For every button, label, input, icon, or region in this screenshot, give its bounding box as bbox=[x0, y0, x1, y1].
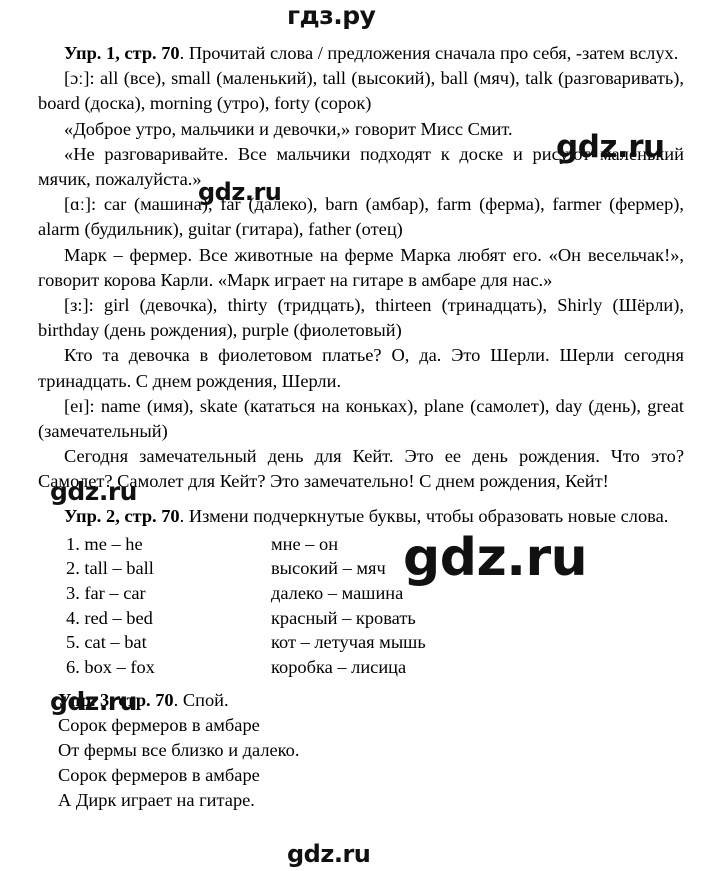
watermark-center-large: gdz.ru bbox=[403, 528, 588, 588]
phoneme-group-2-sentence-1: Марк – фермер. Все животные на ферме Мар… bbox=[38, 244, 684, 290]
song-line: От фермы все близко и далеко. bbox=[58, 740, 300, 761]
watermark-lower-left: gdz.ru bbox=[50, 687, 137, 716]
table-row: 4. red – bed красный – кровать bbox=[66, 606, 601, 631]
phoneme-group-1-words: [ɔː]: all (все), small (маленький), tall… bbox=[38, 66, 684, 116]
phoneme-symbol-1: [ɔː]: bbox=[64, 68, 95, 89]
watermark-upper-left: gdz.ru bbox=[198, 178, 282, 206]
phoneme-wordlist-1: all (все), small (маленький), tall (высо… bbox=[38, 68, 684, 114]
watermark-upper-right: gdz.ru bbox=[556, 129, 665, 165]
phoneme-wordlist-2: car (машина), far (далеко), barn (амбар)… bbox=[38, 194, 684, 240]
word-pair-ru: красный – кровать bbox=[271, 607, 416, 628]
word-pair-en: 5. cat – bat bbox=[66, 632, 147, 653]
word-pair-en: 3. far – car bbox=[66, 583, 146, 604]
exercise-1-block: Упр. 1, стр. 70. Прочитай слова / предло… bbox=[38, 41, 684, 495]
exercise-2-heading: Упр. 2, стр. 70. Измени подчеркнутые бук… bbox=[38, 504, 684, 529]
watermark-middle-left: gdz.ru bbox=[50, 477, 137, 506]
phoneme-group-3-words: [з:]: girl (девочка), thirty (тридцать),… bbox=[38, 293, 684, 343]
song-line: А Дирк играет на гитаре. bbox=[58, 790, 255, 811]
word-pair-en: 4. red – bed bbox=[66, 607, 153, 628]
word-pair-en: 6. box – fox bbox=[66, 656, 155, 677]
exercise-2-number: Упр. 2, стр. 70 bbox=[64, 505, 180, 526]
word-pair-en: 1. me – he bbox=[66, 533, 143, 554]
song-line: Сорок фермеров в амбаре bbox=[58, 715, 260, 736]
phoneme-symbol-3: [з:]: bbox=[64, 295, 94, 316]
exercise-2-task: . Измени подчеркнутые буквы, чтобы образ… bbox=[179, 505, 669, 526]
phoneme-symbol-4: [eɪ]: bbox=[64, 395, 95, 416]
watermark-top: гдз.ру bbox=[287, 1, 376, 30]
song-line: Сорок фермеров в амбаре bbox=[58, 765, 260, 786]
phoneme-group-4-words: [eɪ]: name (имя), skate (кататься на кон… bbox=[38, 394, 684, 444]
phoneme-wordlist-3: girl (девочка), thirty (тридцать), thirt… bbox=[38, 295, 684, 341]
word-pair-ru: кот – летучая мышь bbox=[271, 632, 426, 653]
phoneme-group-3-sentence-1: Кто та девочка в фиолетовом платье? О, д… bbox=[38, 345, 684, 391]
phoneme-group-2-words: [ɑː]: car (машина), far (далеко), barn (… bbox=[38, 192, 684, 242]
table-row: 5. cat – bat кот – летучая мышь bbox=[66, 630, 601, 655]
exercise-3-task: . Спой. bbox=[173, 690, 229, 711]
phoneme-wordlist-4: name (имя), skate (кататься на коньках),… bbox=[38, 395, 684, 442]
exercise-1-task: . Прочитай слова / предложения сначала п… bbox=[179, 43, 679, 63]
exercise-1-number: Упр. 1, стр. 70 bbox=[64, 43, 180, 63]
word-pair-ru: коробка – лисица bbox=[271, 656, 407, 677]
word-pair-en: 2. tall – ball bbox=[66, 558, 154, 579]
exercise-1-heading: Упр. 1, стр. 70. Прочитай слова / предло… bbox=[38, 41, 684, 66]
scanned-page: гдз.ру gdz.ru gdz.ru gdz.ru gdz.ru gdz.r… bbox=[0, 0, 720, 871]
table-row: 6. box – fox коробка – лисица bbox=[66, 655, 601, 680]
watermark-bottom: gdz.ru bbox=[287, 840, 371, 868]
phoneme-symbol-2: [ɑː]: bbox=[64, 194, 97, 215]
